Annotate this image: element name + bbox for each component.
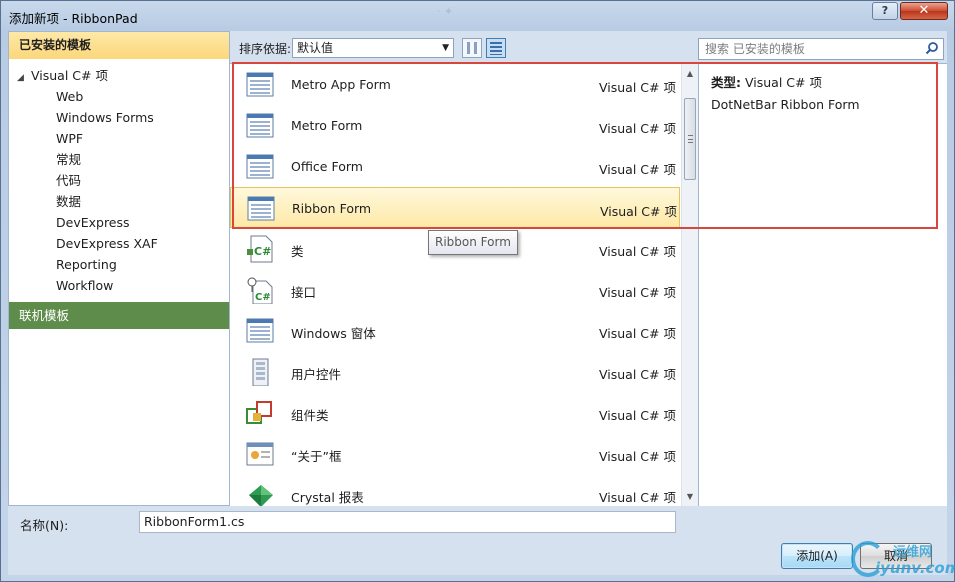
search-placeholder: 搜索 已安装的模板 bbox=[705, 42, 805, 56]
template-name: Office Form bbox=[291, 159, 363, 174]
component-icon bbox=[246, 401, 272, 424]
template-row[interactable]: Ribbon Form Visual C# 项 bbox=[230, 187, 680, 228]
template-row[interactable]: 组件类 Visual C# 项 bbox=[230, 392, 680, 433]
template-row[interactable]: Windows 窗体 Visual C# 项 bbox=[230, 310, 680, 351]
tree-item[interactable]: 常规 bbox=[56, 150, 81, 170]
template-name: 用户控件 bbox=[291, 367, 342, 382]
template-row[interactable]: 用户控件 Visual C# 项 bbox=[230, 351, 680, 392]
name-label: 名称(N): bbox=[20, 518, 69, 533]
template-type: Visual C# 项 bbox=[599, 408, 676, 423]
template-name: Metro App Form bbox=[291, 77, 391, 92]
tree-item[interactable]: Reporting bbox=[56, 255, 117, 275]
grid-view-icon bbox=[467, 42, 477, 54]
template-type: Visual C# 项 bbox=[600, 204, 677, 219]
template-type: 类型: Visual C# 项 bbox=[711, 72, 822, 91]
tree-item[interactable]: Web bbox=[56, 87, 83, 107]
template-type: Visual C# 项 bbox=[599, 244, 676, 259]
template-type: Visual C# 项 bbox=[599, 162, 676, 177]
template-list[interactable]: ▲ ▼ Metro App Form Visual C# 项 Metro Form V… bbox=[230, 63, 698, 506]
list-view-button[interactable] bbox=[486, 38, 506, 58]
title-bar[interactable]: 添加新项 - RibbonPad · ✦ ? ✕ bbox=[1, 1, 954, 31]
search-icon[interactable] bbox=[925, 41, 939, 55]
template-row[interactable]: “关于”框 Visual C# 项 bbox=[230, 433, 680, 474]
form-icon bbox=[246, 113, 274, 138]
template-details-panel: 类型: Visual C# 项 DotNetBar Ribbon Form bbox=[698, 63, 947, 506]
template-type: Visual C# 项 bbox=[599, 449, 676, 464]
tree-item[interactable]: 代码 bbox=[56, 171, 81, 191]
template-type: Visual C# 项 bbox=[599, 80, 676, 95]
form-icon bbox=[246, 154, 274, 179]
template-name: Windows 窗体 bbox=[291, 326, 376, 341]
add-new-item-dialog: 添加新项 - RibbonPad · ✦ ? ✕ 已安装的模板 ◢ Visual… bbox=[0, 0, 955, 582]
type-label: 类型: bbox=[711, 75, 741, 90]
template-list-scrollbar[interactable]: ▲ ▼ bbox=[681, 64, 698, 506]
template-tooltip: Ribbon Form bbox=[428, 230, 518, 255]
scrollbar-thumb[interactable] bbox=[684, 98, 696, 180]
dialog-client-area: 已安装的模板 ◢ Visual C# 项 Web Windows Forms WPF… bbox=[8, 31, 947, 575]
tree-item[interactable]: WPF bbox=[56, 129, 83, 149]
tree-item[interactable]: DevExpress bbox=[56, 213, 130, 233]
collapse-arrow-icon[interactable]: ◢ bbox=[17, 68, 27, 88]
form-icon bbox=[246, 72, 274, 97]
svg-text:C#: C# bbox=[255, 292, 271, 303]
template-name: 类 bbox=[291, 244, 304, 259]
window-title: 添加新项 - RibbonPad bbox=[9, 11, 138, 26]
sort-by-label: 排序依据: bbox=[239, 42, 292, 56]
template-type: Visual C# 项 bbox=[599, 121, 676, 136]
template-category-panel: 已安装的模板 ◢ Visual C# 项 Web Windows Forms WPF… bbox=[8, 31, 230, 506]
template-type: Visual C# 项 bbox=[599, 367, 676, 382]
file-name-input[interactable]: RibbonForm1.cs bbox=[139, 511, 676, 533]
help-button[interactable]: ? bbox=[872, 2, 898, 20]
title-bar-watermark: · ✦ bbox=[437, 5, 468, 18]
scroll-up-icon[interactable]: ▲ bbox=[682, 66, 698, 82]
template-row[interactable]: C# 接口 Visual C# 项 bbox=[230, 269, 680, 310]
installed-templates-header[interactable]: 已安装的模板 bbox=[9, 32, 229, 59]
template-name: 接口 bbox=[291, 285, 317, 300]
tree-item[interactable]: Workflow bbox=[56, 276, 113, 296]
template-type: Visual C# 项 bbox=[599, 326, 676, 341]
template-description: DotNetBar Ribbon Form bbox=[711, 97, 860, 112]
template-name: 组件类 bbox=[291, 408, 329, 423]
crystal-report-icon bbox=[249, 485, 273, 506]
close-button[interactable]: ✕ bbox=[900, 2, 948, 20]
add-button[interactable]: 添加(A) bbox=[781, 543, 853, 569]
tree-item[interactable]: Windows Forms bbox=[56, 108, 154, 128]
tree-item-label: Visual C# 项 bbox=[30, 68, 108, 83]
sort-by-dropdown[interactable]: 默认值 ▼ bbox=[292, 38, 454, 58]
template-row[interactable]: Metro Form Visual C# 项 bbox=[230, 105, 680, 146]
template-name: Crystal 报表 bbox=[291, 490, 364, 505]
watermark-en: iyunv.com bbox=[875, 559, 955, 577]
form-icon bbox=[247, 196, 275, 221]
type-value: Visual C# 项 bbox=[744, 75, 822, 90]
tree-item-visual-csharp[interactable]: ◢ Visual C# 项 bbox=[17, 66, 108, 86]
template-type: Visual C# 项 bbox=[599, 490, 676, 505]
search-templates-input[interactable]: 搜索 已安装的模板 bbox=[698, 38, 944, 60]
template-row[interactable]: Crystal 报表 Visual C# 项 bbox=[230, 474, 680, 506]
online-templates-header[interactable]: 联机模板 bbox=[9, 302, 229, 329]
about-box-icon bbox=[246, 442, 274, 466]
scroll-down-icon[interactable]: ▼ bbox=[682, 489, 698, 505]
interface-icon: C# bbox=[247, 277, 273, 304]
chevron-down-icon: ▼ bbox=[442, 43, 449, 53]
list-view-icon bbox=[490, 42, 502, 55]
watermark-cn: 运维网 bbox=[893, 545, 933, 560]
tree-item[interactable]: 数据 bbox=[56, 192, 81, 212]
tree-item[interactable]: DevExpress XAF bbox=[56, 234, 158, 254]
class-icon: C# bbox=[247, 235, 273, 263]
template-name: Metro Form bbox=[291, 118, 363, 133]
user-control-icon bbox=[252, 358, 269, 386]
template-type: Visual C# 项 bbox=[599, 285, 676, 300]
form-icon bbox=[246, 318, 274, 343]
template-name: “关于”框 bbox=[291, 449, 342, 464]
grip-icon bbox=[688, 135, 693, 143]
template-row[interactable]: Metro App Form Visual C# 项 bbox=[230, 64, 680, 105]
template-row[interactable]: Office Form Visual C# 项 bbox=[230, 146, 680, 187]
sort-by-value: 默认值 bbox=[297, 41, 334, 55]
site-watermark: 运维网 iyunv.com bbox=[851, 539, 955, 582]
medium-icons-view-button[interactable] bbox=[462, 38, 482, 58]
svg-text:C#: C# bbox=[254, 245, 271, 258]
template-name: Ribbon Form bbox=[292, 201, 372, 216]
